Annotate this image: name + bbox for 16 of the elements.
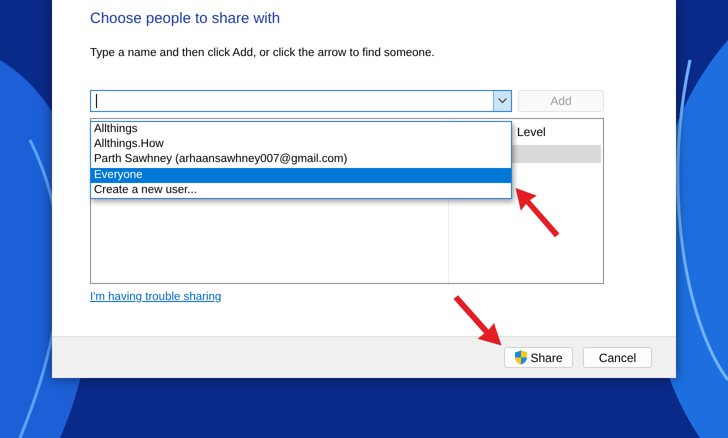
name-combo-field[interactable] (90, 90, 512, 112)
dropdown-button[interactable] (493, 91, 511, 111)
instruction-text: Type a name and then click Add, or click the arrow to find someone. (90, 47, 436, 59)
dropdown-option[interactable]: Create a new user... (91, 182, 511, 198)
column-header: Level (516, 124, 547, 141)
text-cursor (96, 94, 97, 108)
share-button[interactable]: Share (504, 347, 573, 368)
dropdown-option[interactable]: Parth Sawhney (arhaansawhney007@gmail.com) (91, 152, 511, 168)
dialog-title: Choose people to share with (90, 10, 282, 27)
shield-icon (514, 350, 528, 365)
help-link[interactable]: I'm having trouble sharing (90, 291, 222, 303)
dropdown-option[interactable]: Everyone (91, 168, 511, 183)
caret-icon (498, 98, 507, 104)
dropdown-option[interactable]: Allthings.How (91, 137, 511, 152)
dropdown-option[interactable]: Allthings (91, 122, 511, 138)
cancel-button[interactable]: Cancel (583, 347, 652, 368)
